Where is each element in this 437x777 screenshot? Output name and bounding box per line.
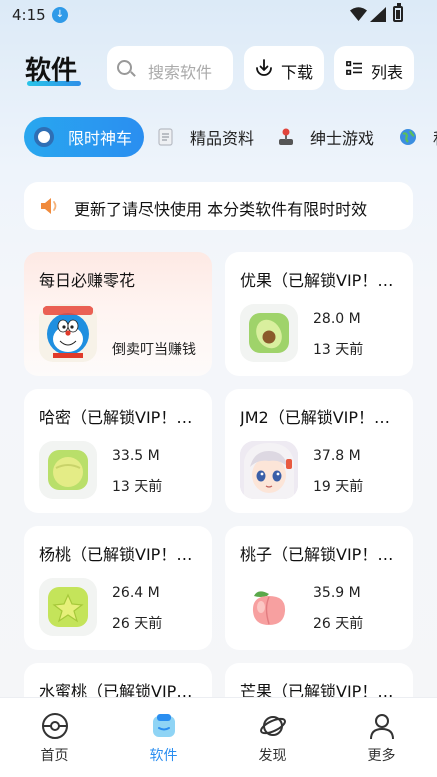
app-card[interactable]: 杨桃（已解锁VIP！无限制） 26.4 M 26 天前 xyxy=(24,526,212,650)
home-icon xyxy=(42,713,68,739)
nav-label: 发现 xyxy=(258,748,287,764)
nav-more[interactable]: 更多 xyxy=(327,698,436,777)
search-placeholder: 搜索软件 xyxy=(148,63,213,82)
joystick-icon xyxy=(279,128,293,145)
notice-text: 更新了请尽快使用 本分类软件有限时时效 xyxy=(74,200,368,219)
tab-label: 限时神车 xyxy=(68,129,133,148)
card-title: 杨桃（已解锁VIP！无限制） xyxy=(39,545,204,564)
wifi-icon xyxy=(350,7,367,21)
card-title: 桃子（已解锁VIP！无限制） xyxy=(240,545,405,564)
app-date: 13 天前 xyxy=(313,342,364,358)
download-button[interactable]: 下载 xyxy=(244,46,324,90)
nav-label: 软件 xyxy=(149,748,178,764)
nav-software[interactable]: 软件 xyxy=(109,698,218,777)
app-card[interactable]: 哈密（已解锁VIP！无限制） 33.5 M 13 天前 xyxy=(24,389,212,513)
signal-icon xyxy=(370,7,386,22)
tab-private[interactable]: 私 xyxy=(399,117,437,157)
card-title: 哈密（已解锁VIP！无限制） xyxy=(39,408,204,427)
header: 软件 搜索软件 下载 列表 xyxy=(0,44,437,94)
battery-icon xyxy=(393,3,403,22)
globe-icon xyxy=(400,129,416,145)
planet-icon xyxy=(260,716,286,736)
software-box-icon xyxy=(153,714,175,737)
doraemon-icon xyxy=(39,304,97,362)
app-size: 35.9 M xyxy=(313,585,361,601)
speaker-icon xyxy=(41,198,57,214)
card-title: 每日必赚零花 xyxy=(39,271,136,290)
avocado-icon xyxy=(240,304,298,362)
list-label: 列表 xyxy=(371,63,404,82)
app-size: 28.0 M xyxy=(313,311,361,327)
status-bar: 4:15 ↓ xyxy=(0,0,437,30)
page-title: 软件 xyxy=(25,56,78,86)
nav-discover[interactable]: 发现 xyxy=(218,698,327,777)
promo-card[interactable]: 每日必赚零花 倒卖叮当赚钱 xyxy=(24,252,212,376)
tab-premium-materials[interactable]: 精品资料 xyxy=(158,117,254,157)
tab-gentleman-games[interactable]: 绅士游戏 xyxy=(278,117,374,157)
app-date: 26 天前 xyxy=(112,616,163,632)
search-icon xyxy=(117,60,132,75)
app-date: 19 天前 xyxy=(313,479,364,495)
app-size: 33.5 M xyxy=(112,448,160,464)
tab-limited-time[interactable]: 限时神车 xyxy=(24,117,145,157)
download-notification-icon: ↓ xyxy=(52,7,68,23)
anime-girl-icon xyxy=(240,441,298,499)
user-icon xyxy=(370,714,394,740)
starfruit-icon xyxy=(39,578,97,636)
download-icon xyxy=(256,59,272,76)
notice-banner[interactable]: 更新了请尽快使用 本分类软件有限时时效 xyxy=(24,182,413,230)
tab-label: 精品资料 xyxy=(190,129,255,148)
list-icon xyxy=(346,61,362,75)
nav-label: 更多 xyxy=(367,748,396,764)
category-tabs: 限时神车 精品资料 绅士游戏 私 xyxy=(0,117,437,157)
list-button[interactable]: 列表 xyxy=(334,46,414,90)
tab-wheel-icon xyxy=(34,127,54,147)
download-label: 下载 xyxy=(281,63,314,82)
card-title: JM2（已解锁VIP！无限制） xyxy=(240,408,405,427)
nav-home[interactable]: 首页 xyxy=(0,698,109,777)
card-title: 优果（已解锁VIP！无限制） xyxy=(240,271,405,290)
peach-icon xyxy=(240,578,298,636)
melon-icon xyxy=(39,441,97,499)
promo-subtitle: 倒卖叮当赚钱 xyxy=(112,342,196,358)
tab-label: 绅士游戏 xyxy=(310,129,375,148)
app-size: 37.8 M xyxy=(313,448,361,464)
app-card[interactable]: 优果（已解锁VIP！无限制） 28.0 M 13 天前 xyxy=(225,252,413,376)
app-card[interactable]: JM2（已解锁VIP！无限制） 37.8 M 19 天前 xyxy=(225,389,413,513)
bottom-nav: 首页 软件 发现 更多 xyxy=(0,697,437,777)
tab-label: 私 xyxy=(433,125,437,149)
document-icon xyxy=(158,128,173,146)
app-date: 26 天前 xyxy=(313,616,364,632)
app-date: 13 天前 xyxy=(112,479,163,495)
status-time: 4:15 xyxy=(12,6,46,24)
app-size: 26.4 M xyxy=(112,585,160,601)
nav-label: 首页 xyxy=(40,748,69,764)
app-card[interactable]: 桃子（已解锁VIP！无限制） 35.9 M 26 天前 xyxy=(225,526,413,650)
search-input[interactable]: 搜索软件 xyxy=(107,46,233,90)
